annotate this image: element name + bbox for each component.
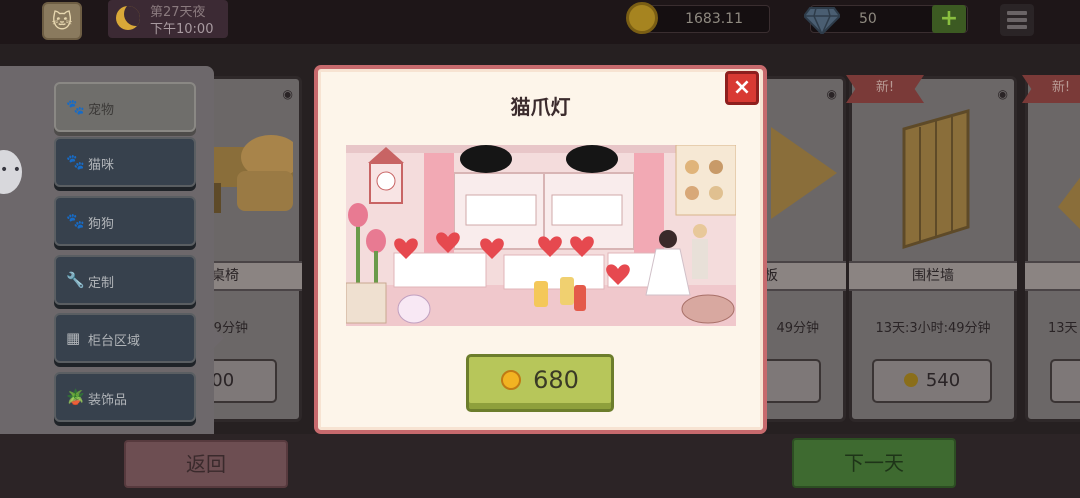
menu-bar-icon <box>1007 11 1027 15</box>
item-price: 540 <box>925 370 961 391</box>
preview-image <box>346 145 736 326</box>
item-preview-dialog: 猫爪灯 × 680 <box>314 65 767 434</box>
item-image <box>902 109 970 250</box>
paw-icon: 🐾 <box>66 153 85 171</box>
time-label: 下午10:00 <box>150 22 214 37</box>
buy-button[interactable]: 680 <box>466 354 614 412</box>
category-label: 定制 <box>88 276 115 291</box>
next-day-button[interactable]: 下一天 <box>792 438 956 488</box>
top-bar: 🐱 第27天夜 下午10:00 1683.11 50 + <box>0 0 1080 44</box>
category-custom[interactable]: 🔧 定制 <box>54 255 196 305</box>
moon-icon <box>116 6 140 30</box>
eye-toggle-icon[interactable] <box>0 150 22 194</box>
add-gems-button[interactable]: + <box>932 5 966 33</box>
plant-icon: 🪴 <box>66 388 85 406</box>
coin-icon <box>501 370 522 390</box>
category-dogs[interactable]: 🐾 狗狗 <box>54 196 196 246</box>
item-timer: 13天:3小时:49分钟 <box>875 321 991 336</box>
menu-bar-icon <box>1007 25 1027 29</box>
eye-icon[interactable]: ◉ <box>283 87 293 101</box>
buy-price: 680 <box>533 366 579 394</box>
category-label: 柜台区域 <box>88 334 141 349</box>
day-time-panel: 第27天夜 下午10:00 <box>108 0 228 38</box>
coin-icon <box>903 373 918 387</box>
item-image <box>1058 177 1080 229</box>
category-label: 猫咪 <box>88 158 115 173</box>
wrench-icon: 🔧 <box>66 271 85 289</box>
coin-value: 1683.11 <box>685 11 743 27</box>
menu-bar-icon <box>1007 18 1027 22</box>
category-pets[interactable]: 🐾 宠物 <box>54 82 196 132</box>
category-panel: 🐾 宠物 🐾 猫咪 🐾 狗狗 🔧 定制 ▦ 柜台区域 🪴 装饰品 <box>0 66 224 434</box>
menu-button[interactable] <box>1000 4 1034 36</box>
eye-icon[interactable]: ◉ <box>998 87 1008 101</box>
category-label: 装饰品 <box>88 393 128 408</box>
category-cats[interactable]: 🐾 猫咪 <box>54 137 196 187</box>
shop-item-card[interactable]: 新! ◉ 围栏墙 13天:3小时:49分钟 540 <box>846 75 1017 422</box>
dialog-title: 猫爪灯 <box>510 95 571 119</box>
eye-icon[interactable]: ◉ <box>827 87 837 101</box>
gem-value: 50 <box>859 11 877 27</box>
item-name <box>1025 261 1080 291</box>
paw-icon: 🐾 <box>66 212 85 230</box>
category-decorations[interactable]: 🪴 装饰品 <box>54 372 196 422</box>
diamond-icon <box>804 7 840 34</box>
item-name: 围栏墙 <box>849 261 1017 291</box>
buy-item-button[interactable] <box>1050 359 1080 403</box>
counter-icon: ▦ <box>66 329 81 347</box>
category-label: 宠物 <box>88 103 115 118</box>
coin-icon <box>626 2 658 34</box>
back-button[interactable]: 返回 <box>124 440 288 488</box>
shop-item-card[interactable]: 新! 13天 <box>1022 75 1080 422</box>
player-avatar[interactable]: 🐱 <box>42 2 82 40</box>
category-label: 狗狗 <box>88 217 115 232</box>
category-counter[interactable]: ▦ 柜台区域 <box>54 313 196 363</box>
item-timer: 13天 <box>1048 321 1078 336</box>
close-button[interactable]: × <box>725 71 759 105</box>
buy-item-button[interactable]: 540 <box>872 359 992 403</box>
paw-icon: 🐾 <box>66 98 85 116</box>
